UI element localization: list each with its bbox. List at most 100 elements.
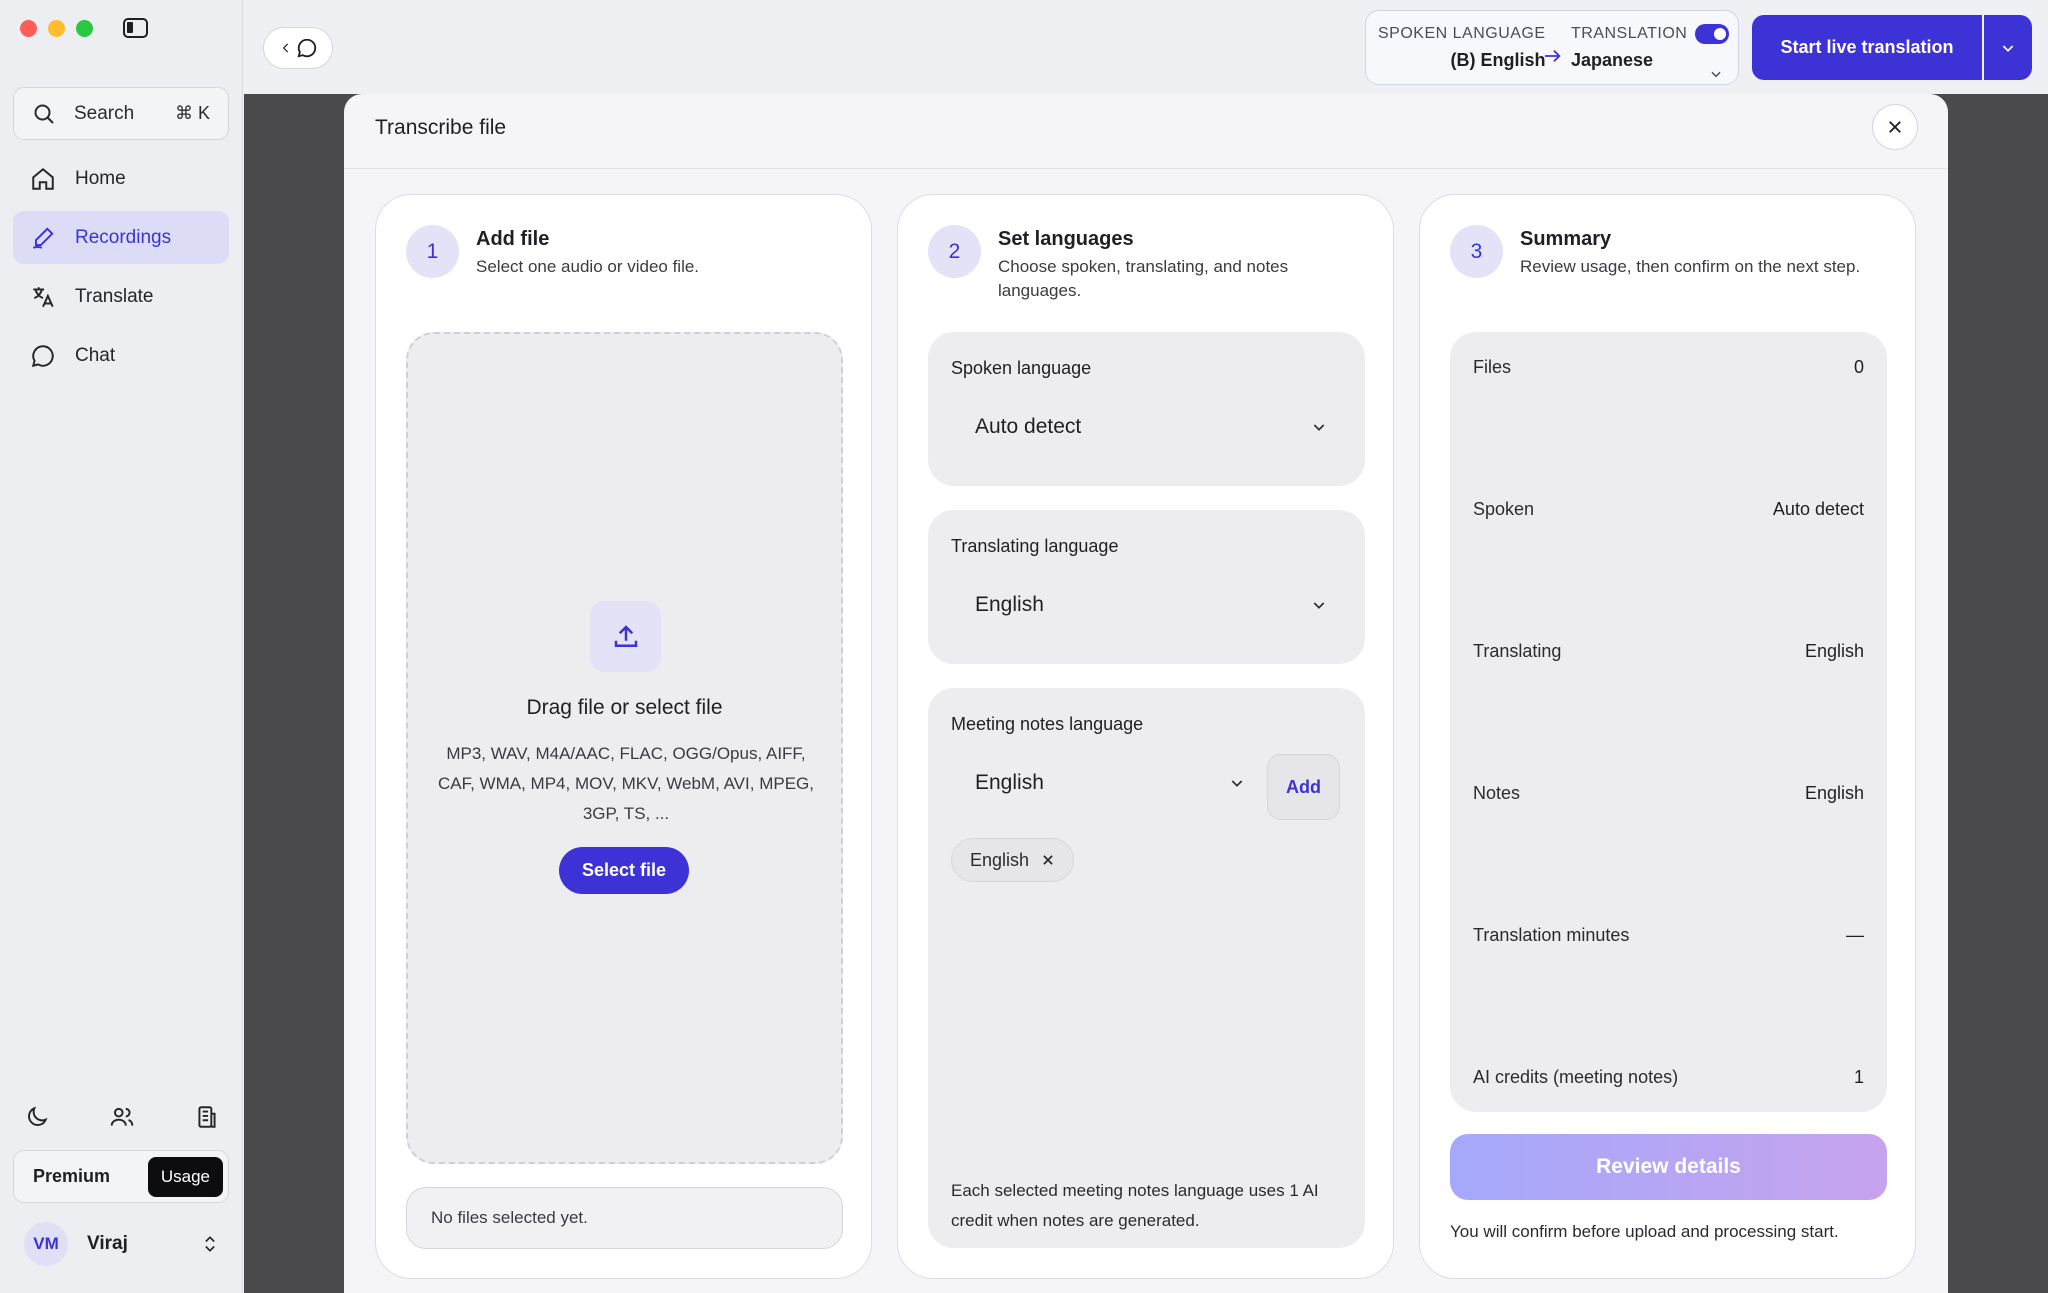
translating-language-select[interactable]: English	[951, 580, 1343, 630]
upload-icon	[590, 601, 661, 672]
zoom-window-button[interactable]	[76, 20, 93, 37]
translation-value: Japanese	[1571, 50, 1654, 70]
search-label: Search	[74, 102, 135, 124]
summary-label: Translation minutes	[1473, 925, 1630, 945]
summary-row: Translation minutes —	[1473, 925, 1864, 946]
summary-label: Notes	[1473, 783, 1521, 803]
add-file-panel: 1 Add file Select one audio or video fil…	[375, 194, 872, 1279]
meeting-notes-language-label: Meeting notes language	[951, 714, 1144, 734]
step-number: 3	[1450, 225, 1503, 278]
summary-label: Spoken	[1473, 499, 1535, 519]
summary-value: 1	[1853, 1067, 1864, 1087]
search-icon	[34, 104, 54, 124]
remove-chip-icon[interactable]	[1041, 853, 1055, 867]
building-icon[interactable]	[194, 1104, 220, 1130]
panel-subtitle: Review usage, then confirm on the next s…	[1520, 257, 1861, 276]
start-live-translation-button[interactable]: Start live translation	[1752, 15, 1982, 80]
summary-row: Notes English	[1473, 783, 1864, 804]
spoken-language-value: Auto detect	[975, 415, 1082, 438]
home-icon	[32, 167, 54, 190]
dialog-header: Transcribe file	[344, 94, 1948, 169]
step-number: 2	[928, 225, 981, 278]
back-to-chat-button[interactable]	[263, 27, 333, 69]
translating-language-card: Translating language English	[928, 510, 1365, 664]
file-dropzone[interactable]: Drag file or select file MP3, WAV, M4A/A…	[406, 332, 843, 1164]
summary-label: Files	[1473, 357, 1512, 377]
translating-language-label: Translating language	[951, 536, 1119, 556]
sidebar: Search ⌘ K Home Recordings Translate Cha…	[0, 0, 243, 1293]
panel-subtitle: Choose spoken, translating, and notes la…	[998, 257, 1289, 300]
search-button[interactable]: Search ⌘ K	[13, 87, 229, 140]
sidebar-item-home[interactable]: Home	[13, 152, 229, 205]
meeting-notes-language-value: English	[975, 771, 1044, 794]
sidebar-utility-icons	[24, 1104, 220, 1130]
dialog-title: Transcribe file	[375, 116, 507, 139]
translation-group: TRANSLATION Japanese	[1571, 25, 1687, 71]
pen-icon	[32, 226, 54, 249]
add-notes-language-button[interactable]: Add	[1267, 754, 1340, 820]
chevron-down-icon	[1313, 602, 1325, 609]
summary-card: Files 0 Spoken Auto detect Translating E…	[1450, 332, 1887, 1112]
sidebar-toggle-icon[interactable]	[123, 18, 148, 38]
spoken-language-card: Spoken language Auto detect	[928, 332, 1365, 486]
translating-language-value: English	[975, 593, 1044, 616]
panel-title: Set languages	[998, 228, 1134, 250]
minimize-window-button[interactable]	[48, 20, 65, 37]
premium-label[interactable]: Premium	[33, 1166, 110, 1187]
spoken-language-label: Spoken language	[951, 358, 1092, 378]
summary-panel: 3 Summary Review usage, then confirm on …	[1419, 194, 1916, 1279]
summary-row: Translating English	[1473, 641, 1864, 662]
sidebar-item-label: Home	[75, 167, 126, 189]
summary-value: Auto detect	[1772, 499, 1864, 519]
chevron-down-icon	[1711, 71, 1721, 78]
dropzone-title: Drag file or select file	[526, 696, 723, 719]
step-number: 1	[406, 225, 459, 278]
close-icon	[1889, 121, 1901, 133]
chevron-updown-icon	[205, 1236, 215, 1252]
avatar: VM	[24, 1222, 68, 1266]
chat-bubble-icon	[296, 38, 316, 58]
panel-subtitle: Select one audio or video file.	[476, 257, 700, 276]
moon-icon[interactable]	[24, 1104, 50, 1130]
summary-value: English	[1804, 783, 1864, 803]
chevron-down-icon	[1313, 424, 1325, 431]
review-details-button[interactable]: Review details	[1450, 1134, 1887, 1200]
spoken-language-select[interactable]: Auto detect	[951, 402, 1343, 452]
notes-language-chip: English	[951, 838, 1075, 882]
panel-title: Add file	[476, 228, 550, 250]
team-icon[interactable]	[109, 1104, 135, 1130]
translation-caption: TRANSLATION	[1571, 25, 1688, 42]
sidebar-item-label: Chat	[75, 344, 116, 366]
spoken-language-group: SPOKEN LANGUAGE (B) English	[1378, 25, 1546, 71]
user-name: Viraj	[87, 1233, 128, 1254]
panel-title: Summary	[1520, 228, 1612, 250]
close-dialog-button[interactable]	[1872, 104, 1918, 150]
sidebar-item-label: Recordings	[75, 226, 172, 248]
sidebar-item-chat[interactable]: Chat	[13, 329, 229, 382]
sidebar-nav: Home Recordings Translate Chat	[13, 152, 229, 388]
summary-value: 0	[1853, 357, 1864, 377]
live-language-selector[interactable]: SPOKEN LANGUAGE (B) English TRANSLATION …	[1365, 10, 1739, 85]
search-shortcut: ⌘ K	[174, 103, 210, 123]
meeting-notes-language-select[interactable]: English	[951, 758, 1261, 808]
summary-value: —	[1846, 925, 1864, 945]
start-options-dropdown-button[interactable]	[1984, 15, 2032, 80]
translation-toggle[interactable]	[1695, 24, 1729, 44]
spoken-language-value: (B) English	[1450, 50, 1546, 70]
window-controls	[20, 20, 93, 37]
chevron-down-icon	[1231, 780, 1243, 787]
chat-icon	[31, 344, 54, 367]
confirm-note: You will confirm before upload and proce…	[1450, 1222, 1839, 1241]
supported-formats: MP3, WAV, M4A/AAC, FLAC, OGG/Opus, AIFF,…	[438, 744, 814, 823]
summary-label: Translating	[1473, 641, 1562, 661]
transcribe-file-dialog: Transcribe file 1 Add file Select one au…	[344, 94, 1948, 1293]
usage-button[interactable]: Usage	[147, 1156, 223, 1197]
select-file-button[interactable]: Select file	[559, 847, 689, 894]
arrow-right-icon	[1544, 49, 1561, 63]
set-languages-panel: 2 Set languages Choose spoken, translati…	[897, 194, 1394, 1279]
sidebar-item-translate[interactable]: Translate	[13, 270, 229, 323]
user-menu[interactable]: VM Viraj	[24, 1222, 220, 1266]
summary-value: English	[1804, 641, 1864, 661]
close-window-button[interactable]	[20, 20, 37, 37]
sidebar-item-recordings[interactable]: Recordings	[13, 211, 229, 264]
